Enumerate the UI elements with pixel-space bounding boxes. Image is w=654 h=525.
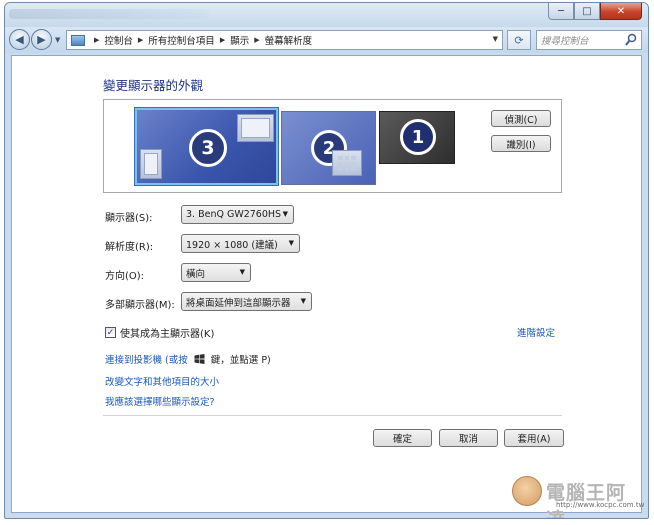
monitor-1[interactable]: 1	[379, 111, 455, 164]
text-size-link[interactable]: 改變文字和其他項目的大小	[105, 374, 219, 388]
resolution-value: 1920 × 1080 (建議)	[186, 239, 278, 251]
back-button[interactable]: ◀	[9, 29, 30, 50]
screen-resolution-panel: 變更顯示器的外觀 3 2 1 偵測(C) 識別(I) 顯示器(S): 3. Be…	[11, 55, 645, 518]
breadcrumb-all-items[interactable]: 所有控制台項目	[148, 33, 215, 47]
watermark-text: 電腦王阿達	[546, 482, 627, 518]
connect-projector-link[interactable]: 連接到投影機 (或按 鍵，並點選 P)	[105, 352, 271, 366]
forward-button[interactable]: ▶	[31, 29, 52, 50]
orientation-select[interactable]: 橫向 ▼	[181, 263, 251, 282]
close-button[interactable]: ✕	[600, 3, 642, 20]
chevron-down-icon: ▼	[239, 268, 245, 276]
refresh-button[interactable]: ⟳	[507, 30, 531, 50]
search-icon[interactable]	[625, 33, 637, 47]
title-bar-blur	[9, 9, 209, 19]
control-panel-icon	[71, 34, 85, 46]
monitor-arrangement: 3 2 1 偵測(C) 識別(I)	[103, 99, 562, 193]
page-title: 變更顯示器的外觀	[103, 78, 204, 93]
search-input[interactable]: 搜尋控制台	[541, 33, 589, 47]
display-value: 3. BenQ GW2760HS	[186, 209, 282, 220]
window-thumbnail	[140, 149, 162, 179]
multiple-displays-label: 多部顯示器(M):	[105, 300, 175, 311]
maximize-button[interactable]: □	[574, 3, 600, 20]
resolution-label: 解析度(R):	[105, 242, 154, 253]
identify-button[interactable]: 識別(I)	[491, 135, 551, 152]
chevron-down-icon: ▼	[282, 210, 288, 218]
monitor-number: 1	[400, 119, 436, 155]
back-arrow-icon: ◀	[15, 33, 24, 46]
breadcrumb-separator[interactable]: ▶	[94, 36, 99, 44]
chevron-down-icon: ▼	[288, 239, 294, 247]
breadcrumb-control-panel[interactable]: 控制台	[104, 33, 133, 47]
address-bar[interactable]: ▶ 控制台 ▶ 所有控制台項目 ▶ 顯示 ▶ 螢幕解析度 ▼	[66, 30, 503, 50]
title-bar[interactable]: ─ □ ✕	[5, 3, 648, 27]
resolution-select[interactable]: 1920 × 1080 (建議) ▼	[181, 234, 300, 253]
display-label: 顯示器(S):	[105, 213, 153, 224]
minimize-button[interactable]: ─	[548, 3, 574, 20]
search-box[interactable]: 搜尋控制台	[536, 30, 642, 50]
monitor-2[interactable]: 2	[281, 111, 376, 185]
projector-link-suffix: 鍵，並點選 P)	[210, 355, 271, 366]
recent-pages-dropdown[interactable]: ▼	[55, 36, 60, 44]
ok-button[interactable]: 確定	[373, 429, 432, 447]
caption-buttons: ─ □ ✕	[548, 3, 642, 20]
monitor-3[interactable]: 3	[135, 108, 278, 185]
primary-display-option[interactable]: ✓ 使其成為主顯示器(K)	[105, 325, 214, 340]
breadcrumb-separator[interactable]: ▶	[220, 36, 225, 44]
window-thumbnail	[332, 150, 362, 176]
forward-arrow-icon: ▶	[37, 33, 46, 46]
navigation-bar: ◀ ▶ ▼ ▶ 控制台 ▶ 所有控制台項目 ▶ 顯示 ▶ 螢幕解析度 ▼ ⟳ 搜…	[5, 27, 648, 53]
multiple-displays-select[interactable]: 將桌面延伸到這部顯示器 ▼	[181, 292, 312, 311]
checkmark-icon: ✓	[106, 327, 115, 338]
advanced-settings-link[interactable]: 進階設定	[517, 325, 555, 339]
detect-button[interactable]: 偵測(C)	[491, 110, 551, 127]
projector-link-text[interactable]: 連接到投影機 (或按	[105, 355, 188, 366]
orientation-value: 橫向	[186, 268, 206, 280]
window-thumbnail	[237, 114, 274, 142]
orientation-label: 方向(O):	[105, 271, 145, 282]
breadcrumb-display[interactable]: 顯示	[230, 33, 249, 47]
primary-display-checkbox[interactable]: ✓	[105, 327, 116, 338]
address-dropdown[interactable]: ▼	[493, 35, 498, 43]
refresh-icon: ⟳	[514, 33, 524, 47]
multiple-displays-value: 將桌面延伸到這部顯示器	[186, 297, 291, 309]
breadcrumb-screen-resolution[interactable]: 螢幕解析度	[265, 33, 313, 47]
breadcrumb-separator[interactable]: ▶	[138, 36, 143, 44]
apply-button[interactable]: 套用(A)	[504, 429, 564, 447]
monitor-number: 3	[189, 129, 227, 167]
footer-divider	[103, 415, 562, 416]
windows-logo-icon	[194, 354, 205, 364]
which-settings-link[interactable]: 我應該選擇哪些顯示設定?	[105, 394, 215, 408]
watermark-url: http://www.kocpc.com.tw	[556, 501, 645, 509]
mascot-avatar	[512, 476, 542, 506]
breadcrumb-separator[interactable]: ▶	[254, 36, 259, 44]
display-select[interactable]: 3. BenQ GW2760HS ▼	[181, 205, 294, 224]
chevron-down-icon: ▼	[300, 297, 306, 305]
control-panel-window: ─ □ ✕ ◀ ▶ ▼ ▶ 控制台 ▶ 所有控制台項目 ▶ 顯示 ▶ 螢幕解析度…	[4, 2, 649, 519]
cancel-button[interactable]: 取消	[439, 429, 498, 447]
primary-display-label[interactable]: 使其成為主顯示器(K)	[120, 325, 214, 340]
watermark: 電腦王阿達 http://www.kocpc.com.tw	[512, 476, 645, 518]
